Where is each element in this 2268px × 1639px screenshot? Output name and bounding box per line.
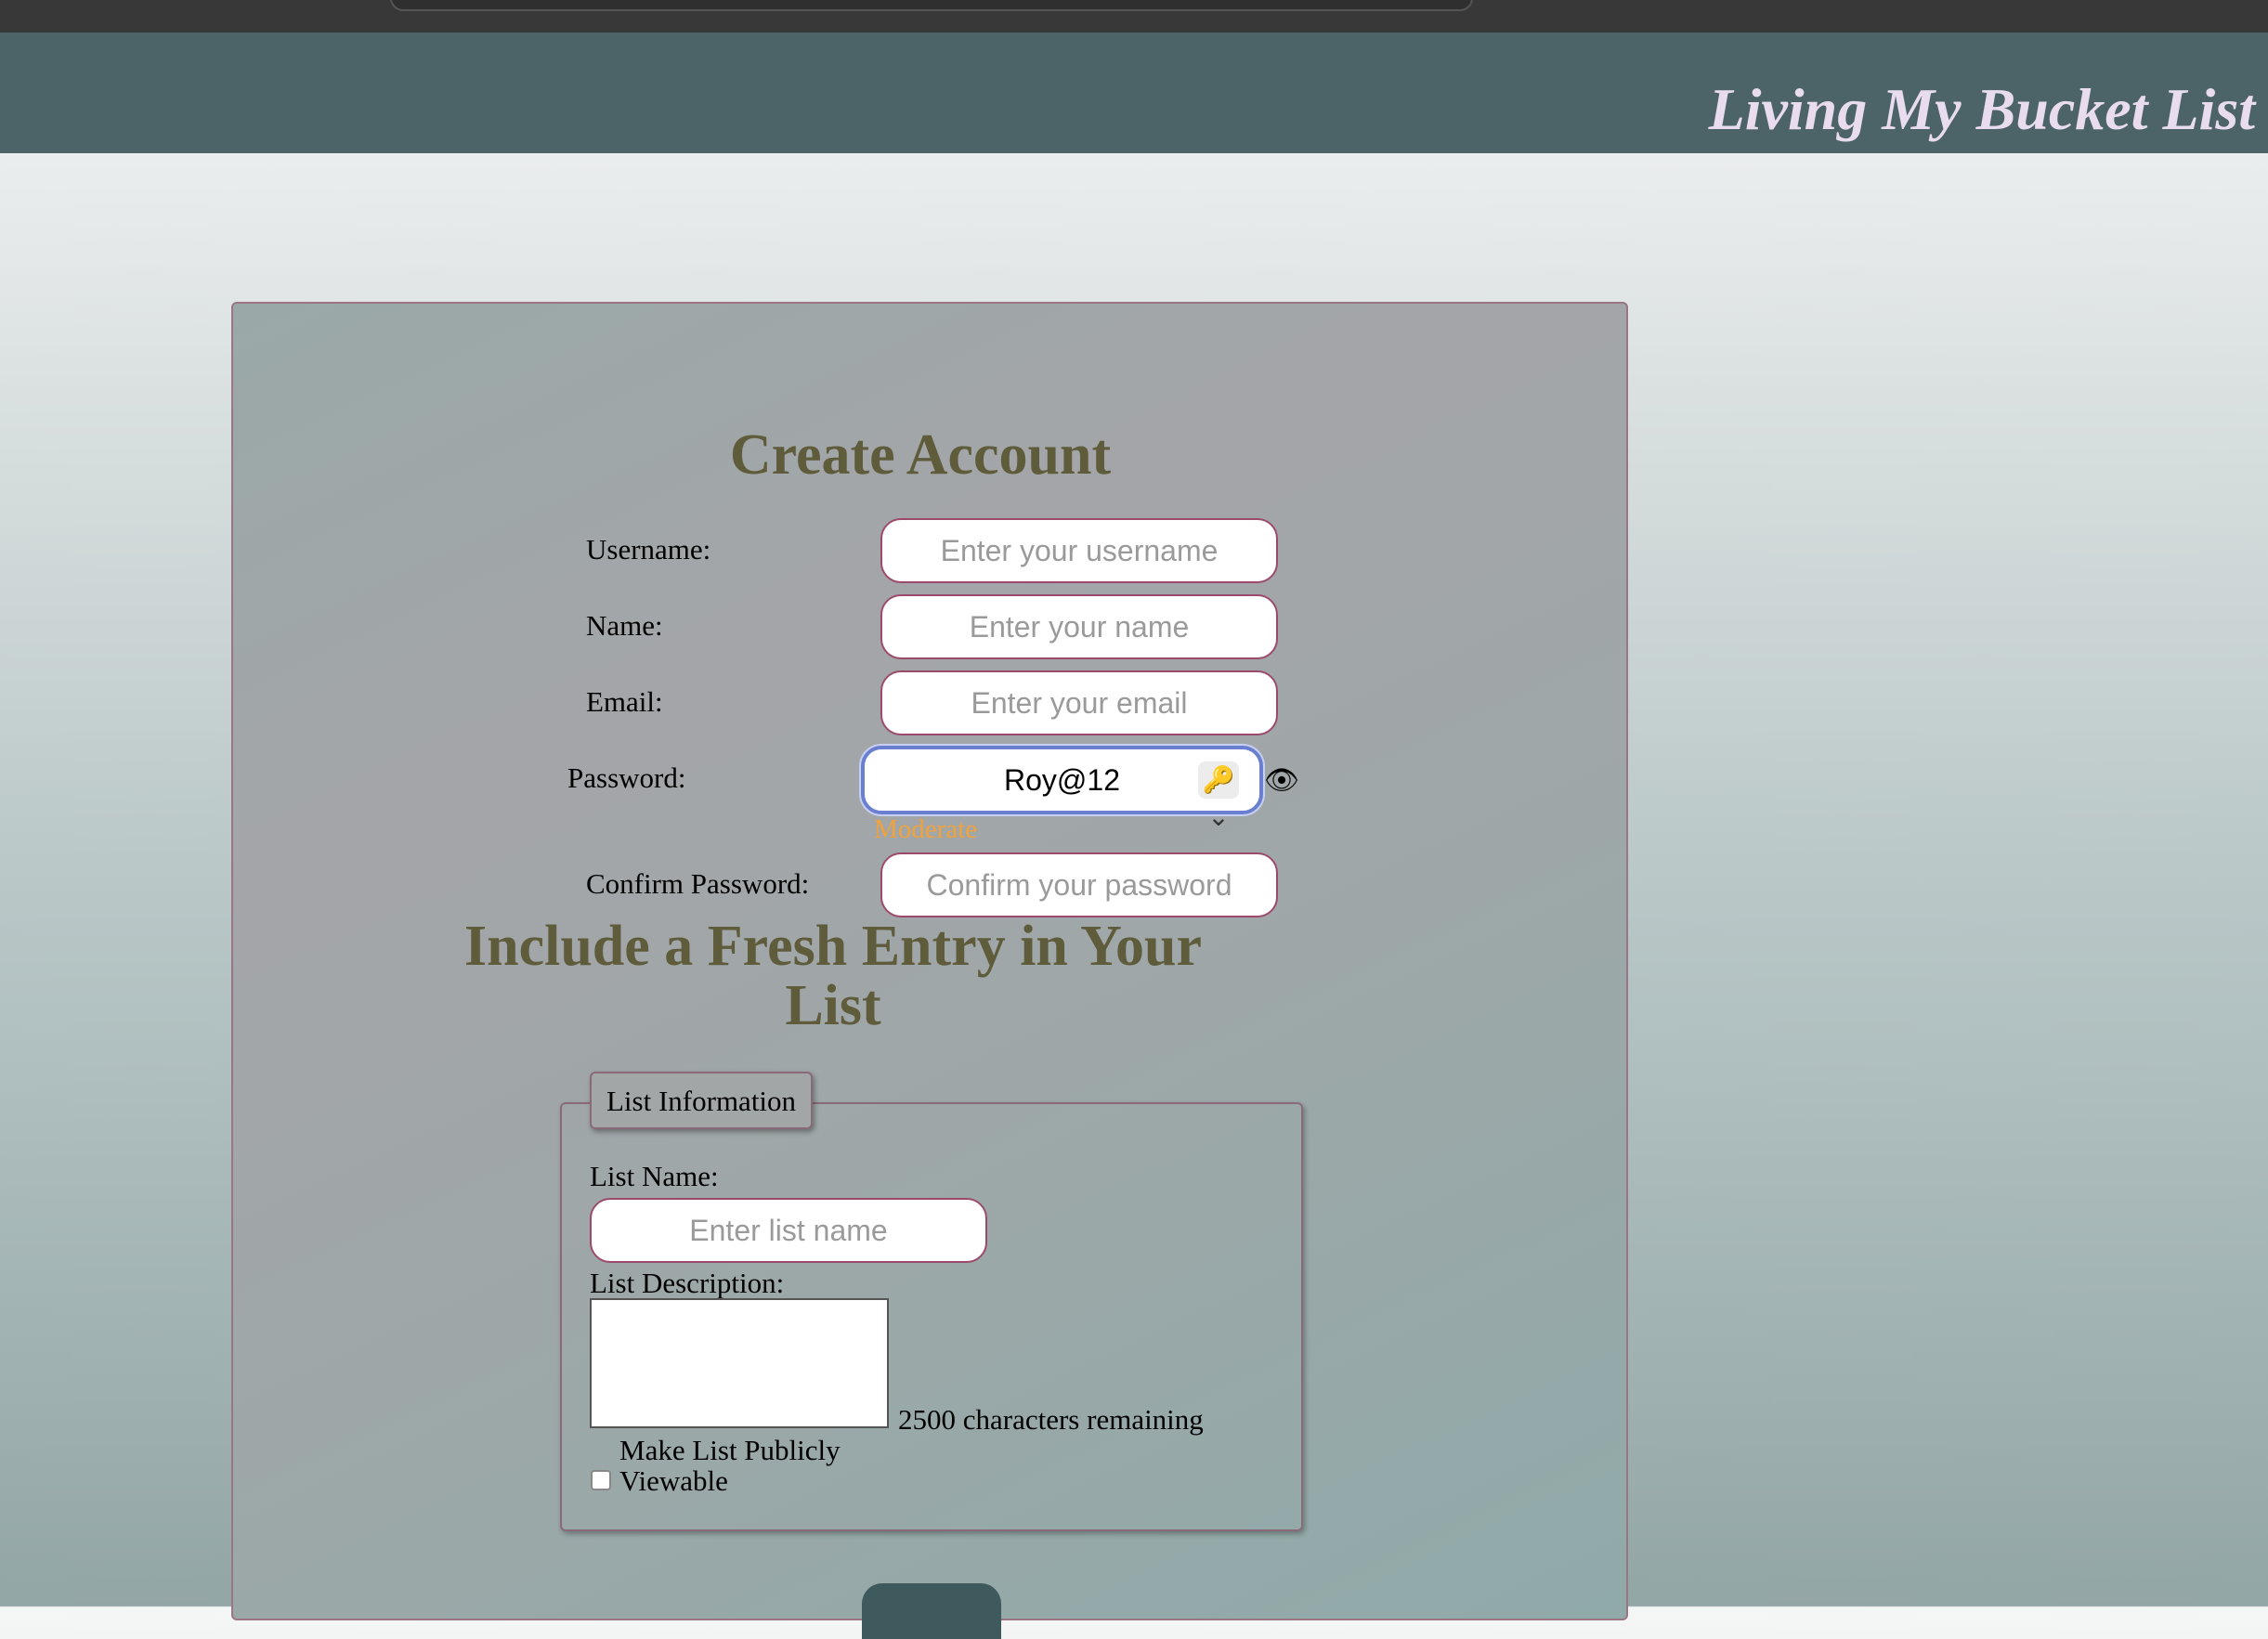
password-strength: Moderate [874, 814, 978, 844]
email-input[interactable] [880, 670, 1278, 735]
list-information-legend: List Information [590, 1072, 814, 1129]
list-name-label: List Name: [590, 1160, 719, 1192]
list-name-input[interactable] [590, 1198, 987, 1263]
eye-icon[interactable]: 👁 [1264, 764, 1299, 797]
characters-remaining: 2500 characters remaining [898, 1403, 1204, 1436]
create-account-card: Create Account Username: Name: Email: Pa… [231, 302, 1628, 1639]
list-heading: Include a Fresh Entry in Your List [463, 915, 1203, 1037]
key-icon[interactable]: 🔑⌄ [1198, 761, 1239, 832]
username-input[interactable] [880, 518, 1278, 583]
site-title: Living My Bucket List [1708, 76, 2255, 142]
confirm-password-input[interactable] [880, 852, 1278, 917]
address-bar[interactable] [390, 0, 1473, 11]
site-header: Living My Bucket List [0, 33, 2268, 153]
confirm-password-label: Confirm Password: [586, 867, 810, 900]
list-description-label: List Description: [590, 1267, 785, 1299]
username-label: Username: [586, 533, 711, 566]
name-input[interactable] [880, 594, 1278, 659]
create-account-heading: Create Account [729, 423, 1112, 487]
list-description-textarea[interactable] [590, 1298, 889, 1428]
browser-chrome-bar [0, 0, 2268, 33]
public-checkbox-label: Make List Publicly Viewable [619, 1434, 841, 1497]
password-label: Password: [567, 761, 686, 794]
submit-button[interactable] [862, 1583, 1001, 1639]
name-label: Name: [586, 609, 663, 642]
email-label: Email: [586, 685, 663, 718]
public-checkbox[interactable] [591, 1470, 611, 1490]
